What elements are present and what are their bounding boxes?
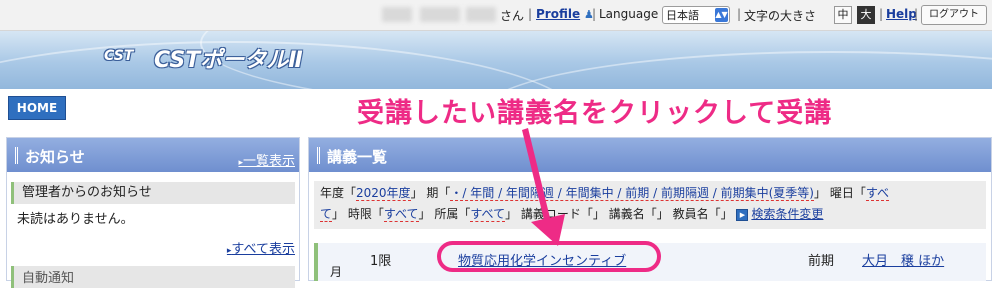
arrow-head <box>531 214 565 246</box>
arrow-shaft <box>522 128 552 228</box>
pointer-arrow-icon <box>522 128 565 246</box>
